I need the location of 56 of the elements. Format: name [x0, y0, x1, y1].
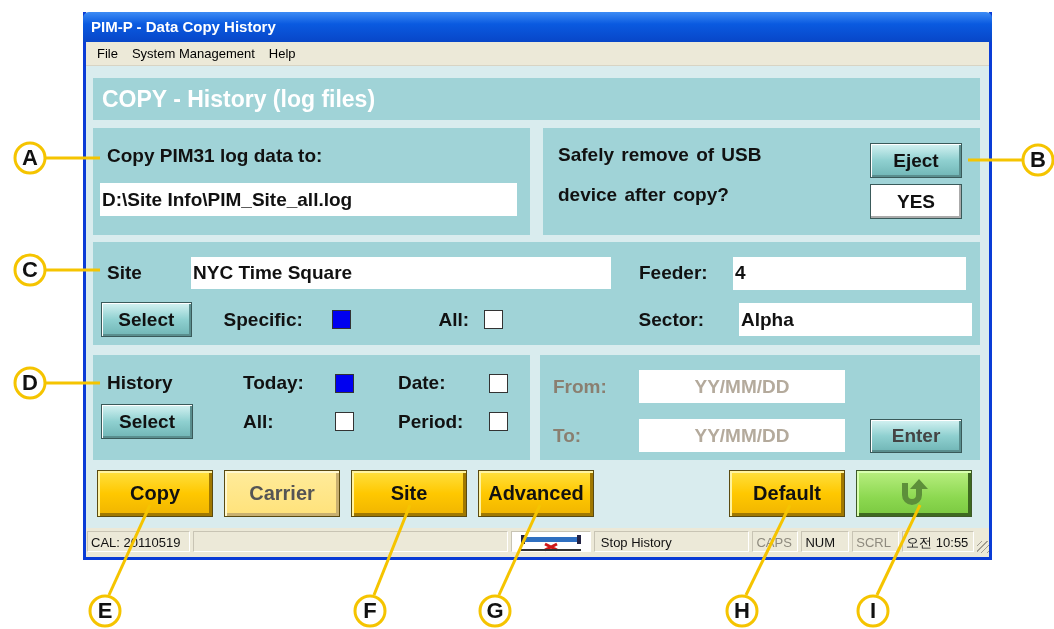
action-button[interactable]: Default — [729, 470, 845, 517]
checkbox[interactable] — [335, 412, 354, 431]
callout-badge: C — [13, 253, 47, 287]
option-label: Specific: — [223, 308, 304, 331]
action-button[interactable]: Site — [351, 470, 467, 517]
field-label: Copy PIM31 log data to: — [106, 145, 324, 167]
field-label: Feeder: — [638, 262, 709, 284]
option-label: All: — [243, 410, 275, 433]
leader-line — [46, 381, 100, 385]
field-label: From: — [553, 375, 608, 398]
eject-button[interactable]: Eject — [870, 143, 962, 178]
checkbox[interactable] — [335, 373, 354, 393]
status-panel: NUM — [801, 531, 850, 552]
select-button[interactable]: Select — [101, 302, 192, 337]
feeder-field[interactable]: 4 — [733, 256, 966, 290]
callout-badge: I — [856, 594, 890, 628]
leader-line — [968, 158, 1022, 162]
field-label: Site — [106, 262, 143, 284]
field-label: To: — [553, 424, 583, 447]
callout-badge: G — [478, 594, 512, 628]
window-title: PIM-P - Data Copy History — [83, 12, 992, 42]
return-button[interactable] — [856, 470, 972, 517]
action-button[interactable]: Copy — [97, 470, 213, 517]
field-label: Sector: — [637, 308, 706, 331]
action-button[interactable]: Advanced — [478, 470, 594, 517]
resize-grip-icon[interactable] — [977, 540, 989, 553]
field-label: History — [106, 372, 174, 394]
menu-item[interactable]: File — [90, 46, 125, 61]
checkbox[interactable] — [483, 310, 503, 329]
menu-item[interactable]: Help — [261, 46, 303, 61]
checkbox[interactable] — [331, 310, 351, 329]
option-label: All: — [438, 308, 471, 331]
callout-badge: H — [725, 594, 759, 628]
leader-line — [46, 156, 100, 160]
checkbox[interactable] — [489, 373, 508, 393]
option-label: Period: — [398, 410, 465, 433]
callout-badge: F — [353, 594, 387, 628]
path-field[interactable]: D:\Site Info\PIM_Site_all.log — [100, 183, 517, 216]
status-panel: Stop History — [593, 531, 750, 552]
yes-button[interactable]: YES — [870, 184, 962, 219]
select-button[interactable]: Select — [101, 404, 193, 439]
callout-badge: B — [1021, 143, 1054, 177]
sector-field[interactable]: Alpha — [739, 303, 972, 336]
menu-item[interactable]: System Management — [124, 46, 262, 61]
option-label: Date: — [398, 372, 447, 394]
callout-badge: D — [13, 366, 47, 400]
option-label: Today: — [243, 372, 305, 394]
site-field[interactable]: NYC Time Square — [191, 257, 611, 289]
callout-badge: A — [13, 141, 47, 175]
status-panel: 오전 10:55 — [902, 531, 975, 552]
section-header: COPY - History (log files) — [93, 78, 980, 120]
leader-line — [46, 268, 100, 272]
status-panel: SCRL — [852, 531, 900, 552]
question-text: Safely remove of USB device after copy? — [558, 143, 762, 207]
checkbox[interactable] — [489, 412, 508, 431]
callout-badge: E — [88, 594, 122, 628]
